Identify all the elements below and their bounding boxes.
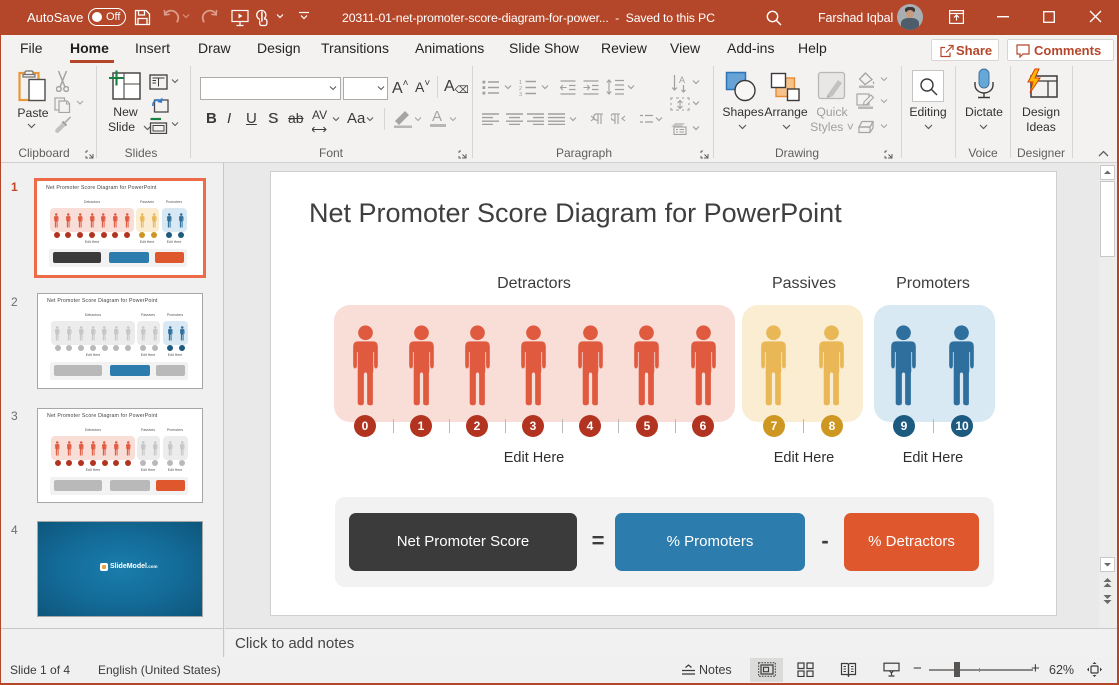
svg-text:3: 3 [519,92,522,96]
svg-text:A: A [679,75,685,85]
